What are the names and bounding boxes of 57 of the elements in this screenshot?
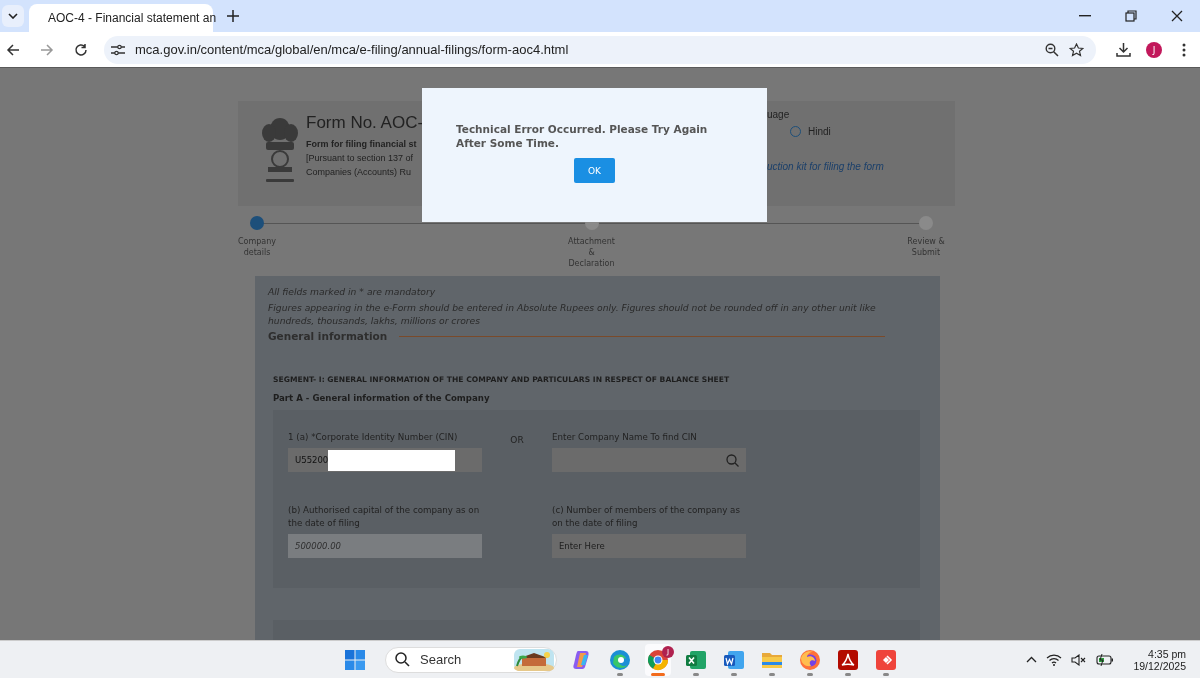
step-label: Review & Submit (906, 236, 946, 258)
chevron-up-icon[interactable] (1026, 656, 1038, 663)
search-field[interactable] (552, 448, 746, 472)
edge-icon (609, 648, 631, 671)
remote-desktop-icon (875, 648, 897, 671)
forward-icon[interactable] (40, 42, 54, 57)
chrome-icon (647, 648, 669, 671)
clock-time[interactable]: 4:35 pm (1148, 647, 1186, 660)
field-value: 500000.00 (295, 541, 341, 551)
back-icon[interactable] (6, 42, 20, 57)
document-app-icon (723, 648, 745, 671)
or-text: OR (510, 435, 524, 447)
muted-speaker-icon[interactable] (1071, 653, 1088, 666)
restore-icon[interactable] (1125, 10, 1137, 22)
language-radio[interactable]: Hindi (790, 126, 884, 137)
minimize-icon[interactable] (1079, 15, 1091, 17)
close-icon[interactable] (1171, 10, 1183, 22)
zoom-out-icon[interactable] (1045, 42, 1059, 57)
chevron-down-icon (8, 13, 18, 19)
input-field[interactable]: U55200 (288, 448, 482, 472)
taskbar-search-field[interactable]: Search (385, 646, 557, 673)
clock-date[interactable]: 19/12/2025 (1133, 659, 1186, 672)
input-field[interactable]: Enter Here (552, 534, 746, 558)
wifi-icon[interactable] (1046, 653, 1063, 666)
profile-avatar[interactable]: J (1146, 41, 1162, 58)
spreadsheet-icon (685, 648, 707, 671)
address-bar[interactable]: mca.gov.in/content/mca/global/en/mca/e-filing/annual-filings/form-aoc4.html (104, 35, 1096, 64)
language-label: uage (767, 109, 791, 120)
step-label: Attachment & Declaration (567, 236, 616, 269)
firefox-icon (799, 648, 821, 671)
menu-icon[interactable] (1182, 42, 1186, 57)
form-description: Companies (Accounts) Ru (306, 166, 413, 179)
reload-icon[interactable] (74, 42, 88, 57)
form-subtitle: Form for filing financial st (306, 139, 418, 149)
section-title: General information (268, 330, 388, 342)
search-icon[interactable] (395, 652, 410, 667)
step-marker[interactable] (250, 216, 264, 230)
step-marker[interactable] (919, 216, 933, 230)
field-label: Enter Company Name To find CIN (552, 431, 698, 444)
windows-start-icon[interactable] (345, 649, 365, 670)
site-settings-icon[interactable] (111, 43, 125, 56)
step-label: Company details (236, 236, 278, 258)
form-title: Form No. AOC- (306, 113, 422, 133)
ok-button[interactable]: OK (574, 158, 615, 183)
download-icon[interactable] (1116, 42, 1131, 57)
tab-list-button[interactable] (2, 5, 24, 27)
star-icon[interactable] (1069, 42, 1084, 57)
part-heading: Part A - General information of the Company (273, 393, 491, 403)
field-value: U55200 (295, 455, 329, 465)
new-tab-icon[interactable] (227, 10, 239, 22)
field-placeholder: Enter Here (559, 541, 605, 551)
search-placeholder: Search (420, 652, 463, 667)
pdf-reader-icon (837, 648, 859, 671)
error-message: Technical Error Occurred. Please Try Again After Some Time. (456, 122, 709, 150)
form-description: [Pursuant to section 137 of (306, 152, 415, 165)
url-text: mca.gov.in/content/mca/global/en/mca/e-filing/annual-filings/form-aoc4.html (135, 42, 569, 57)
battery-icon[interactable] (1096, 653, 1115, 666)
